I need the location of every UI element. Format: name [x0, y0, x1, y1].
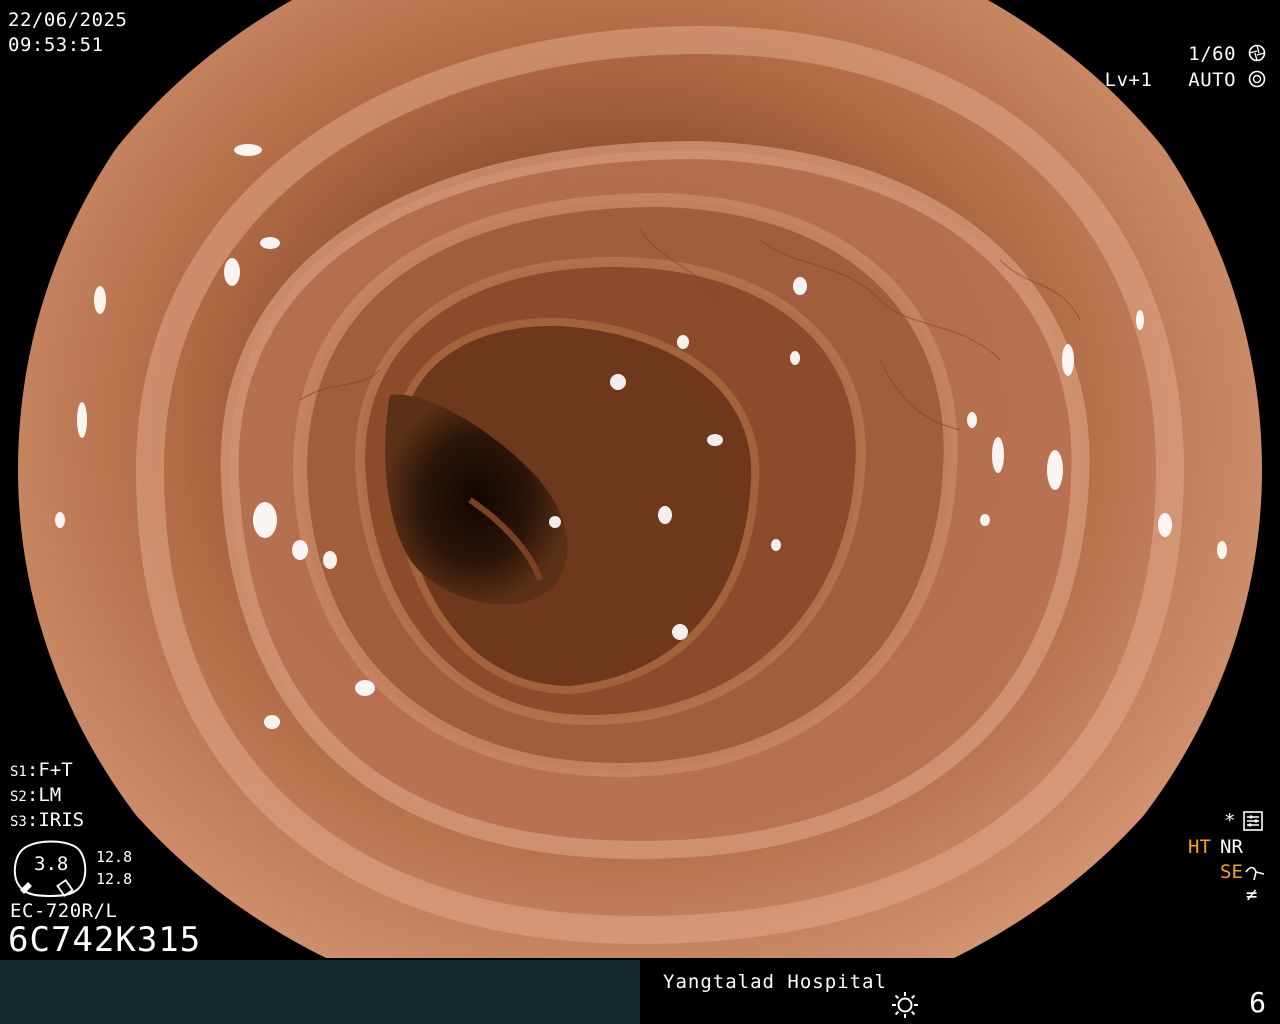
gauge-readout-top: 12.8 [96, 848, 133, 866]
star-indicator: * [1224, 810, 1236, 832]
not-equal-indicator: ≠ [1246, 884, 1258, 906]
shutter-readout: 1/60 [1188, 42, 1266, 66]
colon-lumen-image [0, 0, 1280, 958]
shutter-icon [1248, 44, 1266, 62]
shutter-speed: 1/60 [1188, 43, 1237, 65]
frame-number: 6 [1249, 986, 1266, 1019]
exposure-readout: Lv+1 AUTO [1105, 68, 1266, 92]
gauge-readout-bottom: 12.8 [96, 870, 133, 888]
structure-enhancement-icon [1245, 866, 1265, 881]
auto-iris-icon [1248, 70, 1266, 88]
auto-label: AUTO [1188, 69, 1237, 91]
hospital-name: Yangtalad Hospital [663, 971, 887, 993]
endoscopic-view [0, 0, 1280, 958]
setting-s3: S3:IRIS [10, 809, 85, 831]
setting-key: S1 [10, 764, 27, 780]
time-readout: 09:53:51 [8, 34, 104, 56]
ht-indicator: HT [1188, 836, 1211, 858]
setting-value: IRIS [38, 809, 85, 831]
footer-left-panel [0, 960, 640, 1024]
gauge-value: 3.8 [34, 853, 69, 875]
setting-key: S2 [10, 789, 27, 805]
setting-value: LM [38, 784, 62, 806]
sun-icon [892, 992, 918, 1018]
setting-s2: S2:LM [10, 784, 62, 806]
nr-indicator: NR [1220, 836, 1243, 858]
enhancement-menu-icon [1243, 811, 1263, 831]
date-readout: 22/06/2025 [8, 9, 128, 31]
setting-key: S3 [10, 814, 27, 830]
se-indicator: SE [1220, 861, 1243, 883]
scope-serial: 6C742K315 [8, 920, 202, 960]
setting-s1: S1:F+T [10, 759, 73, 781]
setting-value: F+T [38, 759, 73, 781]
level-label: Lv+1 [1104, 69, 1153, 91]
